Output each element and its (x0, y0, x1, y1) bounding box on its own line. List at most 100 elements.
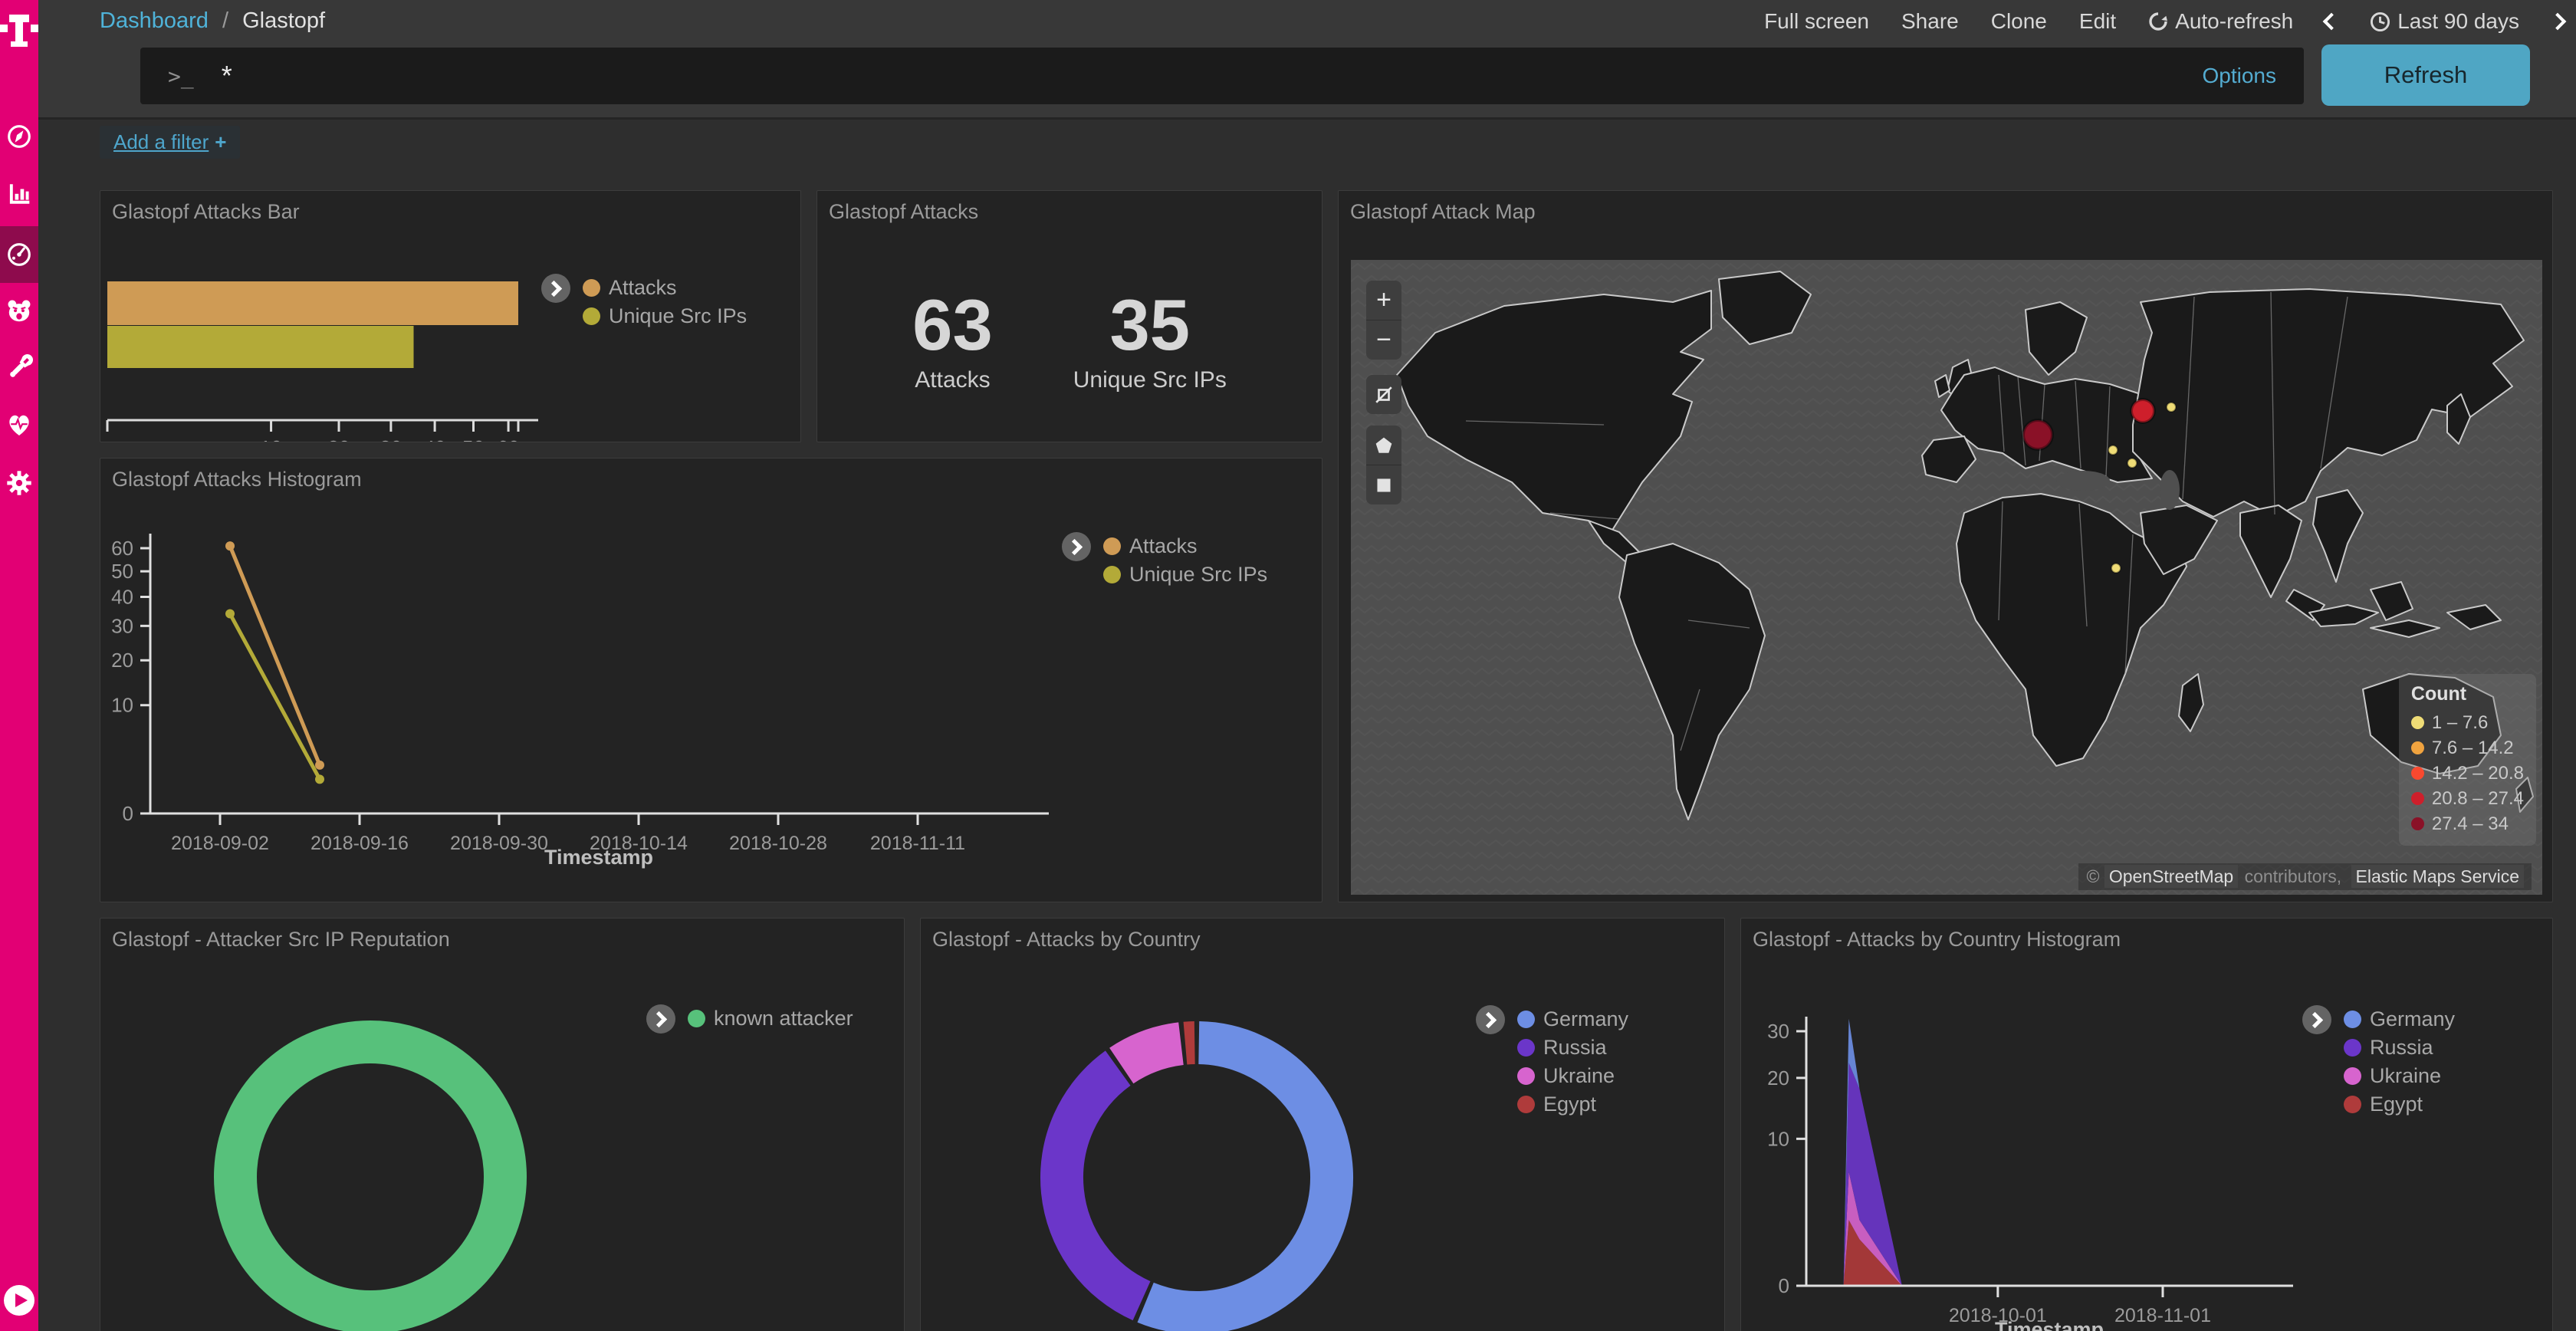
chevron-right-icon (651, 1011, 667, 1027)
src-ip-reputation-donut (100, 919, 904, 1331)
legend-swatch (1517, 1067, 1535, 1085)
edit-button[interactable]: Edit (2079, 9, 2116, 34)
legend-label: Attacks (1129, 534, 1198, 558)
legend-toggle-button[interactable] (1062, 532, 1091, 561)
gear-icon (5, 468, 34, 498)
sidebar-item-discover[interactable] (0, 108, 38, 165)
kibana-dashboard-app: Dashboard / Glastopf Full screen Share C… (0, 0, 2576, 1331)
sidebar-item-dashboard[interactable] (0, 226, 38, 283)
draw-polygon-button[interactable] (1366, 426, 1401, 465)
telekom-logo[interactable] (0, 5, 38, 54)
legend-item[interactable]: Germany (1517, 1005, 1628, 1034)
legend: Germany Russia UkraineEgypt (2302, 1005, 2455, 1119)
sidebar-item-management[interactable] (0, 455, 38, 511)
legend: AttacksUnique Src IPs (541, 274, 747, 330)
map-legend-rows: 1 – 7.67.6 – 14.214.2 – 20.820.8 – 27.42… (2411, 710, 2524, 836)
legend: AttacksUnique Src IPs (1062, 532, 1267, 589)
share-button[interactable]: Share (1901, 9, 1959, 34)
openstreetmap-link[interactable]: OpenStreetMap (2104, 865, 2238, 888)
contributors-text: contributors, (2245, 866, 2342, 886)
legend-toggle-button[interactable] (541, 274, 570, 303)
top-navigation-bar: Dashboard / Glastopf Full screen Share C… (38, 0, 2576, 117)
add-filter-button[interactable]: Add a filter+ (100, 126, 240, 159)
zoom-out-button[interactable]: − (1366, 320, 1401, 360)
legend-item[interactable]: Unique Src IPs (583, 302, 747, 330)
legend-item[interactable]: Germany (2344, 1005, 2455, 1034)
legend-item[interactable]: Unique Src IPs (1103, 560, 1267, 589)
svg-text:60: 60 (111, 537, 133, 560)
legend-label: Germany (2370, 1007, 2455, 1031)
legend-label: Russia (1543, 1036, 1607, 1060)
sidebar-item-dev-tools[interactable] (0, 340, 38, 396)
legend-swatch (2344, 1011, 2361, 1028)
legend-rows: AttacksUnique Src IPs (583, 274, 747, 330)
panel-title: Glastopf - Attacks by Country Histogram (1753, 928, 2121, 951)
metric-label: Attacks (912, 367, 993, 393)
fit-bounds-button[interactable] (1366, 375, 1401, 414)
legend-item[interactable]: Ukraine (2344, 1062, 2455, 1090)
legend-item[interactable]: Russia (2344, 1034, 2455, 1062)
legend-item[interactable]: Attacks (583, 274, 747, 302)
legend-toggle-button[interactable] (1476, 1005, 1505, 1034)
legend-item[interactable]: known attacker (688, 1004, 853, 1033)
legend-label: known attacker (714, 1007, 853, 1030)
legend: known attacker (646, 1004, 853, 1034)
map-legend: Count 1 – 7.67.6 – 14.214.2 – 20.820.8 –… (2399, 674, 2536, 846)
draw-rectangle-button[interactable] (1366, 465, 1401, 504)
query-value: * (222, 60, 232, 92)
legend-swatch (2344, 1096, 2361, 1113)
crop-icon (1372, 383, 1395, 406)
refresh-button[interactable]: Refresh (2321, 44, 2530, 106)
time-range-picker[interactable]: Last 90 days (2370, 9, 2519, 34)
legend-item[interactable]: Russia (1517, 1034, 1628, 1062)
legend-label: Germany (1543, 1007, 1628, 1031)
metric-attacks: 63 Attacks (912, 289, 993, 393)
svg-text:2018-11-11: 2018-11-11 (870, 833, 965, 854)
sidebar-expand-button[interactable] (2, 1283, 36, 1317)
sidebar-item-visualize[interactable] (0, 165, 38, 222)
map-legend-swatch (2411, 716, 2424, 729)
legend-item[interactable]: Attacks (1103, 532, 1267, 560)
chevron-right-icon (546, 280, 562, 296)
panel-attacks-by-country-histogram: 01020302018-10-012018-11-01Timestamp Gla… (1740, 918, 2553, 1331)
legend: Germany Russia UkraineEgypt (1476, 1005, 1628, 1119)
legend-label: Russia (2370, 1036, 2433, 1060)
legend-item[interactable]: Egypt (1517, 1090, 1628, 1119)
zoom-in-button[interactable]: + (1366, 281, 1401, 320)
sidebar-item-timelion[interactable] (0, 283, 38, 340)
clone-button[interactable]: Clone (1991, 9, 2047, 34)
sidebar (0, 0, 38, 1331)
legend-item[interactable]: Egypt (2344, 1090, 2455, 1119)
time-forward-button[interactable] (2551, 15, 2564, 28)
sidebar-item-monitoring[interactable] (0, 396, 38, 453)
world-map[interactable]: + − (1351, 260, 2542, 895)
legend-label: Ukraine (2370, 1064, 2441, 1088)
svg-text:20: 20 (1767, 1066, 1789, 1089)
breadcrumb-dashboard-link[interactable]: Dashboard (100, 8, 209, 33)
query-input[interactable]: >_ * Options (140, 48, 2304, 104)
elastic-maps-service-link[interactable]: Elastic Maps Service (2351, 865, 2524, 888)
svg-text:0: 0 (1779, 1274, 1789, 1297)
toolbar-divider (38, 117, 2576, 120)
map-legend-label: 1 – 7.6 (2432, 712, 2488, 734)
polygon-icon (1373, 435, 1395, 456)
svg-text:2018-09-02: 2018-09-02 (171, 833, 269, 854)
query-options-link[interactable]: Options (2203, 64, 2277, 88)
map-legend-item: 7.6 – 14.2 (2411, 735, 2524, 761)
map-legend-swatch (2411, 817, 2424, 830)
bar-chart-icon (5, 179, 33, 207)
auto-refresh-button[interactable]: Auto-refresh (2148, 9, 2293, 34)
svg-text:40: 40 (424, 436, 446, 442)
plus-icon: + (215, 130, 226, 153)
svg-text:2018-09-30: 2018-09-30 (450, 833, 548, 854)
heartbeat-icon (5, 410, 34, 439)
legend-toggle-button[interactable] (646, 1004, 675, 1034)
chevron-left-icon (2323, 13, 2341, 31)
time-back-button[interactable] (2325, 15, 2338, 28)
legend-label: Ukraine (1543, 1064, 1615, 1088)
panel-attacks-metric: Glastopf Attacks 63 Attacks 35 Unique Sr… (816, 190, 1322, 442)
full-screen-button[interactable]: Full screen (1764, 9, 1869, 34)
legend-item[interactable]: Ukraine (1517, 1062, 1628, 1090)
legend-toggle-button[interactable] (2302, 1005, 2331, 1034)
telekom-t-icon (0, 6, 38, 52)
